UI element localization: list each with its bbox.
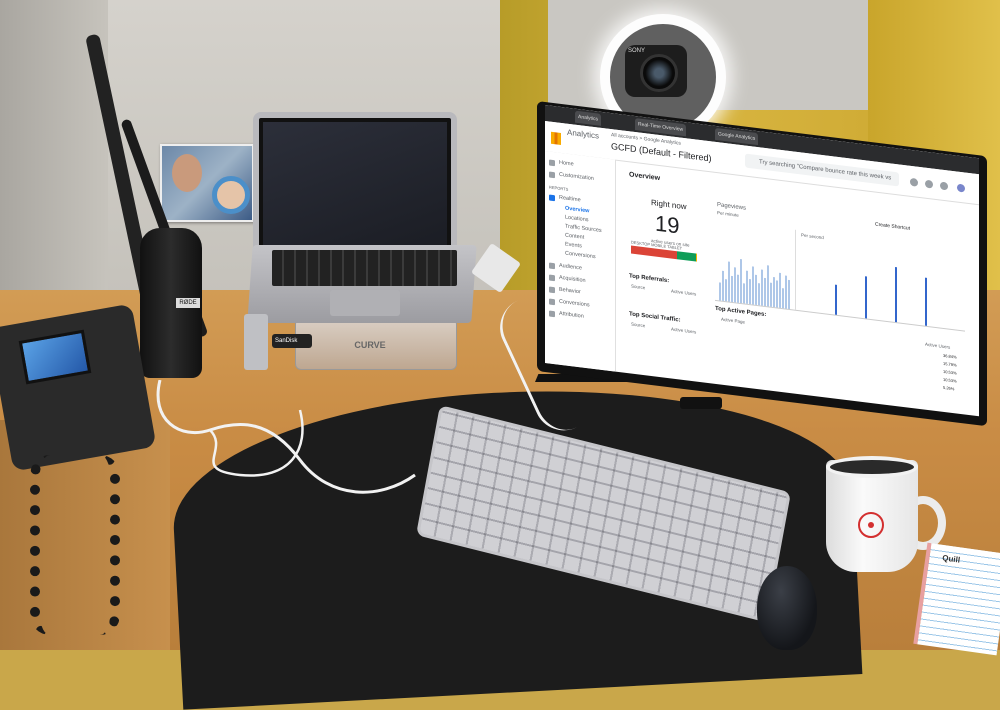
pageview-bar xyxy=(773,276,775,308)
laptop-screen xyxy=(253,112,457,256)
top-page-pct: 36.84% xyxy=(943,352,957,360)
sidebar-item-conversions[interactable]: Conversions xyxy=(565,250,596,260)
create-shortcut-button[interactable]: Create Shortcut xyxy=(875,222,910,232)
pageview-bar xyxy=(731,275,733,303)
pageview-bar xyxy=(722,270,724,301)
top-social-col-users: Active Users xyxy=(671,326,697,335)
sidebar-item-customization[interactable]: Customization xyxy=(559,172,594,182)
webcam-brand: SONY xyxy=(628,48,646,54)
top-pages-col-users: Active Users xyxy=(925,341,951,350)
pageview-bar xyxy=(734,267,736,303)
overview-title: Overview xyxy=(629,171,661,183)
pageview-second-bar xyxy=(895,266,897,323)
sidebar-item-content[interactable]: Content xyxy=(565,232,584,240)
laptop-desktop xyxy=(263,122,447,246)
pageviews-sub: Per minute xyxy=(717,210,739,218)
top-social-col-source: Source xyxy=(631,321,646,329)
acquisition-icon xyxy=(549,274,555,282)
pageview-bar xyxy=(788,279,790,310)
top-pages-col-page: Active Page xyxy=(721,316,746,325)
sidebar-item-overview[interactable]: Overview xyxy=(565,205,589,214)
sidebar-item-home[interactable]: Home xyxy=(559,160,574,168)
pageview-bar xyxy=(782,288,784,309)
family-photo xyxy=(160,144,254,222)
pageview-bar xyxy=(719,282,721,301)
sidebar-section-reports: REPORTS xyxy=(549,184,569,192)
top-referrals-title: Top Referrals: xyxy=(629,273,670,285)
pageview-bar xyxy=(752,266,754,305)
analytics-app-name: Analytics xyxy=(567,127,600,141)
pageview-bar xyxy=(755,274,757,306)
pageview-bar xyxy=(761,269,763,306)
top-page-pct: 10.53% xyxy=(943,368,957,376)
top-page-pct: 15.79% xyxy=(943,360,957,368)
per-second-label: Per second xyxy=(801,232,824,241)
laptop-keyboard xyxy=(272,250,457,286)
photo-person xyxy=(172,154,202,192)
account-icon[interactable] xyxy=(957,183,965,193)
earbuds-cable xyxy=(156,380,416,494)
device-split-segment xyxy=(676,251,696,262)
pageview-second-bar xyxy=(925,277,927,326)
pageview-bar xyxy=(737,274,739,303)
top-page-pct: 10.53% xyxy=(943,376,957,384)
right-now-value: 19 xyxy=(655,210,680,239)
clock-icon xyxy=(549,194,555,202)
usb-hub xyxy=(244,314,268,370)
top-page-pct: 5.26% xyxy=(943,384,955,392)
right-now-label: Right now xyxy=(651,198,687,212)
usb-stick-label: SanDisk xyxy=(275,338,298,344)
mug-rim xyxy=(826,456,918,478)
pageview-bar xyxy=(770,282,772,307)
home-icon xyxy=(549,159,555,167)
pageview-bar xyxy=(740,258,742,304)
pageview-bar xyxy=(779,272,781,308)
audience-icon xyxy=(549,262,555,270)
view-selector[interactable]: GCFD (Default - Filtered) xyxy=(611,141,712,163)
top-referrals-col-source: Source xyxy=(631,283,646,291)
mug-logo-dot xyxy=(868,522,874,528)
phone-cord xyxy=(30,455,120,635)
pageview-bar xyxy=(758,283,760,306)
laptop-trackpad xyxy=(330,290,400,316)
pageview-bar xyxy=(767,265,769,307)
browser-tab[interactable]: Analytics xyxy=(575,110,602,126)
help-icon[interactable] xyxy=(925,179,933,189)
pageview-second-bar xyxy=(865,276,867,319)
pageview-bar xyxy=(746,270,748,304)
pageview-bar xyxy=(776,280,778,308)
webcam-lens xyxy=(640,54,678,92)
microphone-label: RØDE xyxy=(176,298,200,308)
mouse xyxy=(757,566,817,650)
desk-phone xyxy=(0,303,157,472)
pageview-bar xyxy=(749,279,751,305)
sidebar-item-audience[interactable]: Audience xyxy=(559,263,582,272)
pageview-bar xyxy=(725,279,727,302)
device-split-segment xyxy=(695,253,697,262)
pageview-bar xyxy=(743,283,745,304)
usb-dongle xyxy=(680,397,722,409)
analytics-logo-icon xyxy=(551,131,561,145)
pageview-bar xyxy=(764,277,766,307)
customization-icon xyxy=(549,171,555,179)
apps-icon[interactable] xyxy=(910,177,918,187)
chart-divider xyxy=(795,229,796,310)
top-referrals-col-users: Active Users xyxy=(671,288,697,297)
sidebar-item-locations[interactable]: Locations xyxy=(565,214,589,223)
pageview-bar xyxy=(785,275,787,309)
pageview-bar xyxy=(728,261,730,302)
sidebar-item-events[interactable]: Events xyxy=(565,241,582,249)
settings-icon[interactable] xyxy=(940,181,948,191)
sidebar-item-realtime[interactable]: Realtime xyxy=(559,195,581,204)
photo-child xyxy=(212,176,250,214)
pageview-second-bar xyxy=(835,284,837,315)
laptop-stand-label: CURVE xyxy=(354,340,386,350)
